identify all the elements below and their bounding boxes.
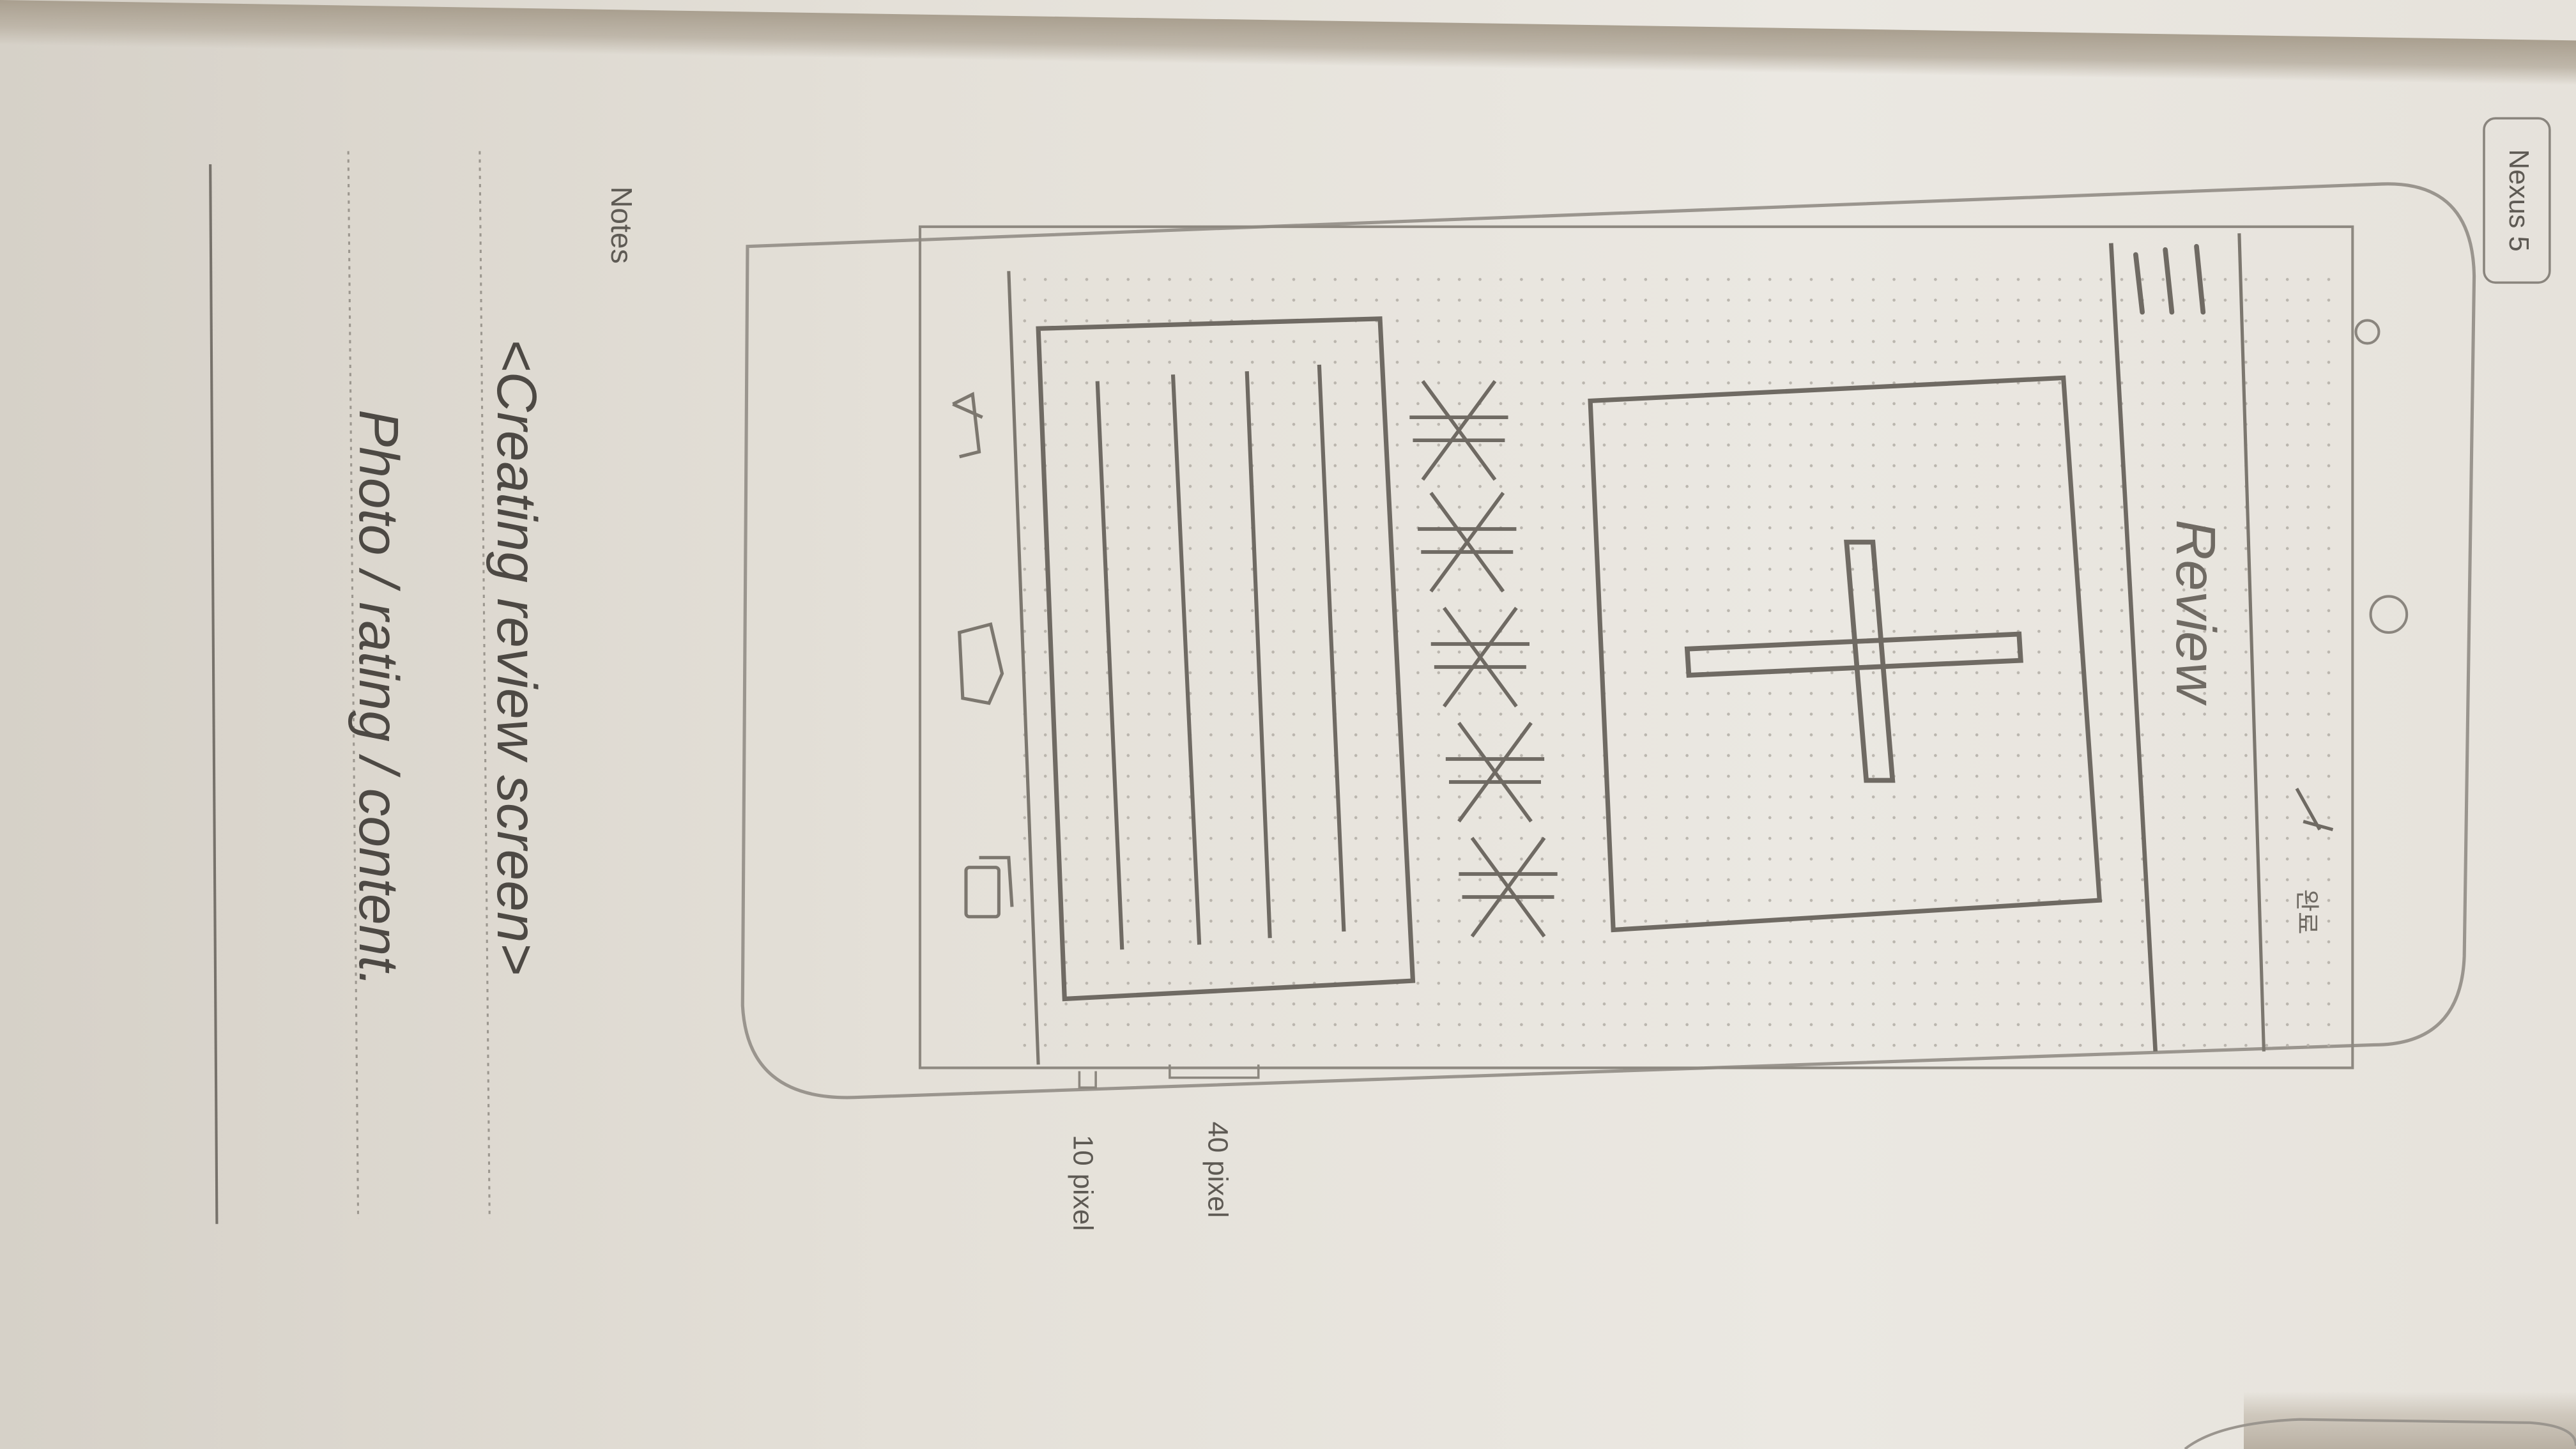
notes-heading: Notes <box>605 187 638 264</box>
done-button[interactable]: 완료 <box>2293 889 2320 935</box>
note-line-1: <Creating review screen> <box>486 339 548 976</box>
app-bar-title: Review <box>2165 519 2227 705</box>
sensor-icon <box>2369 595 2409 634</box>
back-nav-icon[interactable] <box>952 392 983 459</box>
top-bar-dimension-label: 40 pixel <box>1202 1122 1233 1218</box>
next-phone-frame-edge <box>2184 1418 2576 1449</box>
note-line-2: Photo / rating / content. <box>348 410 410 987</box>
home-nav-icon[interactable] <box>958 622 1004 705</box>
recents-nav-icon[interactable] <box>964 855 1014 919</box>
camera-icon <box>2354 319 2380 345</box>
status-bar-dimension-label: 10 pixel <box>1067 1135 1098 1231</box>
device-label: Nexus 5 <box>2483 117 2551 284</box>
device-label-text: Nexus 5 <box>2503 150 2534 252</box>
wireframe-sheet: Nexus 5 Review 완료 40 pixel 10 pixel Note… <box>209 117 2576 1449</box>
